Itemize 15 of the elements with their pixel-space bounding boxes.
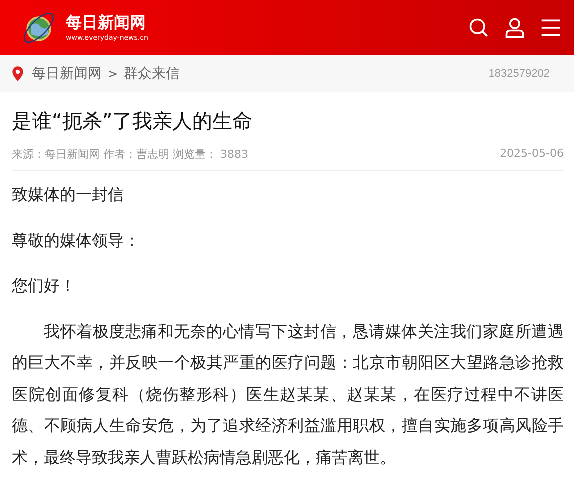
phone-number: 1832579202 <box>488 68 550 80</box>
breadcrumb-separator: > <box>108 66 118 80</box>
body-paragraph: 致媒体的一封信 <box>12 184 125 206</box>
body-paragraph: 我怀着极度悲痛和无奈的心情写下这封信，恳请媒体关注我们家庭所遭遇的巨大不幸，并反映一个极其严重的医疗问题：北京市朝阳区大望路急诊抢救医院创面修复科（烧伤整形科）医生赵某某、赵某某，在医疗过程中不讲医德、不顾病人生命安危，为了追求经济利益滥用职权，擅自实施多项高风险手术，最终导致我亲人曹跃松病情急剧恶化，痛苦离世。 <box>12 320 564 468</box>
body-paragraph: 您们好！ <box>12 275 77 297</box>
breadcrumb-link[interactable]: 每日新闻网 <box>32 64 102 82</box>
breadcrumb-link[interactable]: 群众来信 <box>124 64 180 82</box>
publish-date: 2025-05-06 <box>500 147 564 162</box>
article-title: 是谁“扼杀”了我亲人的生命 <box>12 108 254 135</box>
user-icon[interactable] <box>504 16 526 38</box>
body-paragraph: 尊敬的媒体领导： <box>12 230 141 252</box>
search-icon[interactable] <box>468 16 490 38</box>
location-pin-icon <box>10 64 26 82</box>
article-meta: 来源：每日新闻网 作者：曹志明 浏览量： 3883 <box>12 147 248 162</box>
site-name: 每日新闻网 <box>66 12 147 32</box>
